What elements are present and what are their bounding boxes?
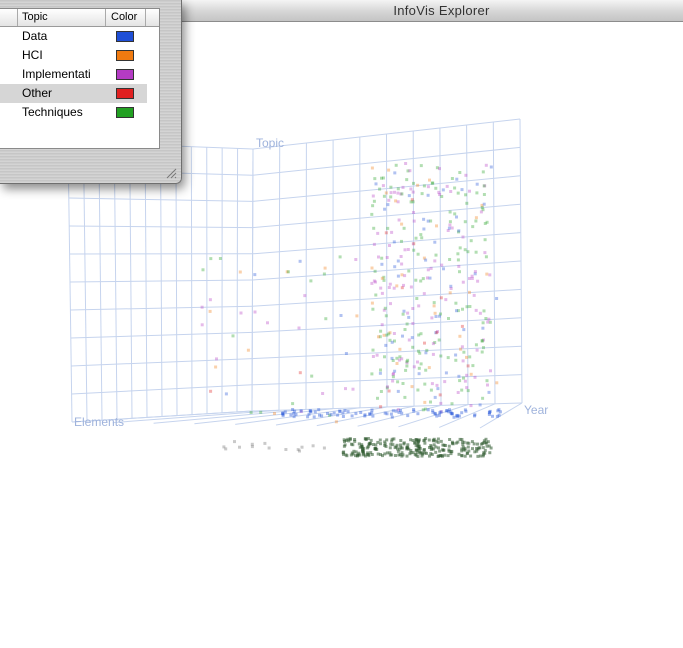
legend-table: Topic Color Data HCI Implementati Other … bbox=[0, 8, 160, 149]
color-swatch[interactable] bbox=[116, 50, 134, 61]
axis-label-year: Year bbox=[524, 403, 548, 417]
legend-row-techniques[interactable]: Techniques bbox=[0, 103, 147, 122]
axis-label-elements: Elements bbox=[74, 415, 124, 429]
color-swatch[interactable] bbox=[116, 69, 134, 80]
color-swatch[interactable] bbox=[116, 31, 134, 42]
legend-palette[interactable]: Topic Color Data HCI Implementati Other … bbox=[0, 0, 182, 184]
ground-shadow-points bbox=[222, 437, 493, 458]
resize-grip-icon[interactable] bbox=[165, 167, 177, 179]
legend-header: Topic Color bbox=[0, 9, 159, 27]
axis-label-topic: Topic bbox=[256, 136, 284, 150]
window-title: InfoVis Explorer bbox=[393, 3, 490, 18]
column-header-topic[interactable]: Topic bbox=[17, 9, 106, 26]
column-header-color[interactable]: Color bbox=[106, 9, 146, 26]
legend-label: Techniques bbox=[22, 105, 83, 119]
legend-label: Other bbox=[22, 86, 53, 100]
legend-row-data[interactable]: Data bbox=[0, 27, 147, 46]
color-swatch[interactable] bbox=[116, 88, 134, 99]
legend-row-other[interactable]: Other bbox=[0, 84, 147, 103]
legend-label: HCI bbox=[22, 48, 43, 62]
legend-label: Implementati bbox=[22, 67, 91, 81]
color-swatch[interactable] bbox=[116, 107, 134, 118]
legend-row-implementation[interactable]: Implementati bbox=[0, 65, 147, 84]
legend-label: Data bbox=[22, 29, 48, 43]
legend-row-hci[interactable]: HCI bbox=[0, 46, 147, 65]
